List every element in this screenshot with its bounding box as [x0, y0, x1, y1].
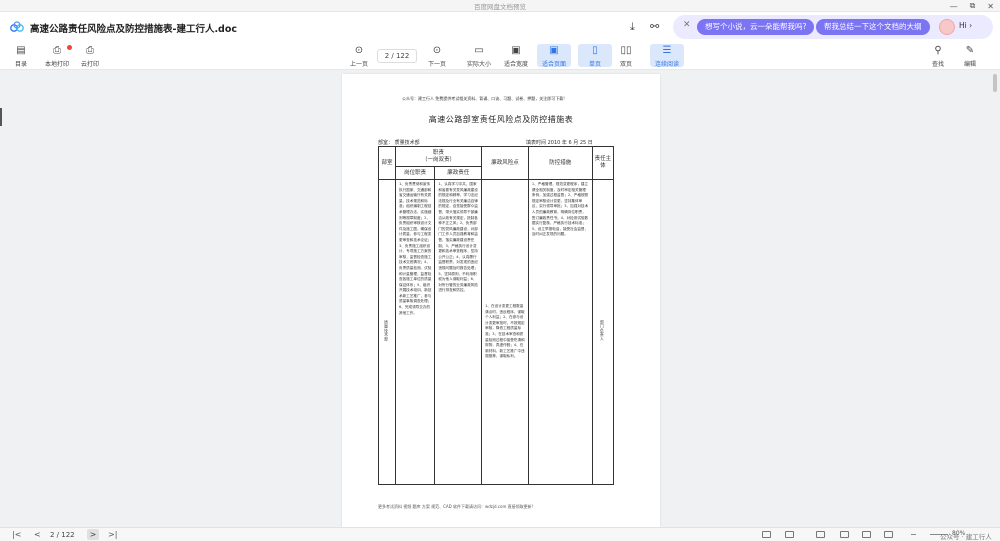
ai-prompt-novel[interactable]: 想写个小说，云一朵能帮我吗?	[697, 19, 815, 35]
window-title: 百度网盘文档预览	[474, 3, 526, 11]
baidu-netdisk-logo-icon	[10, 21, 24, 32]
view-mode-icon-6[interactable]	[884, 531, 893, 538]
header-subject: 责任主体	[591, 146, 615, 180]
fit-page-icon: ▣	[549, 45, 559, 56]
find-button[interactable]: ⚲ 查找	[921, 45, 955, 68]
minimize-icon[interactable]: —	[950, 2, 958, 11]
view-mode-icon-5[interactable]	[862, 531, 871, 538]
pencil-icon: ✎	[965, 45, 975, 56]
cloud-printer-icon: ⎙	[86, 45, 94, 56]
watermark: 公众号 · 建工行人	[940, 533, 992, 541]
header-measures: 防控措施	[527, 146, 593, 180]
document-title: 高速公路责任风险点及防控措施表-建工行人.doc	[30, 24, 238, 35]
window-titlebar: 百度网盘文档预览 — ⧉ ✕	[0, 0, 1000, 12]
header-dept: 部室	[378, 146, 396, 180]
bottom-page-indicator[interactable]: 2 / 122	[50, 530, 75, 540]
prev-page-button[interactable]: ⊙ 上一页	[342, 45, 376, 68]
notification-dot	[67, 45, 72, 50]
continuous-read-button[interactable]: ☰ 连续阅读	[650, 44, 684, 68]
vertical-scrollbar[interactable]	[990, 70, 1000, 527]
ai-bar-close-icon[interactable]: ✕	[683, 20, 691, 30]
department-label: 部室： 质量技术部	[378, 140, 420, 146]
first-page-icon[interactable]: |<	[12, 530, 21, 540]
search-icon: ⚲	[934, 45, 942, 56]
view-mode-icon-4[interactable]	[840, 531, 849, 538]
page-footer-note: 更多考试资料 视频 题库 方案 规范、CAD 软件下载请访问：wdzjd.com…	[378, 504, 534, 509]
ai-prompt-summary[interactable]: 帮我总结一下这个文档的大纲	[816, 19, 930, 35]
header-duty: 职责 （一岗双责）	[394, 146, 483, 167]
download-icon[interactable]: ⤓	[630, 20, 635, 34]
ai-avatar-icon[interactable]	[939, 19, 955, 35]
cell-subject: 部门负责人	[591, 179, 615, 485]
last-page-icon[interactable]: >|	[108, 530, 117, 540]
double-page-button[interactable]: ▯▯ 双页	[609, 45, 643, 68]
next-page-button[interactable]: ⊙ 下一页	[420, 45, 454, 68]
catalog-button[interactable]: ▤ 目录	[4, 45, 38, 68]
header-clean-duty: 廉政责任	[434, 166, 483, 180]
fit-width-icon: ▣	[511, 45, 521, 56]
scrollbar-thumb[interactable]	[993, 74, 997, 92]
arrow-down-circle-icon: ⊙	[432, 45, 442, 56]
view-mode-icon-1[interactable]	[762, 531, 771, 538]
single-page-button[interactable]: ▯ 单页	[578, 44, 612, 68]
cell-risk: 1、在设计变更工程数量清点时，违反程序，谋取个人利益；2、在参与设计变更审批时，…	[481, 179, 529, 485]
edit-button[interactable]: ✎ 编辑	[953, 45, 987, 68]
fit-width-button[interactable]: ▣ 适合宽度	[499, 45, 533, 68]
cell-clean-duty: 1、认真学习中共、国家和省委有关党风廉政建设的规定和精神，学习法纪法规及行业有关…	[434, 179, 483, 485]
arrow-up-circle-icon: ⊙	[354, 45, 364, 56]
restore-icon[interactable]: ⧉	[970, 1, 976, 11]
ai-assistant-bar: ✕ 想写个小说，云一朵能帮我吗? 帮我总结一下这个文档的大纲 Hi ›	[673, 15, 993, 39]
prev-page-icon[interactable]: <	[34, 530, 41, 540]
ai-greeting[interactable]: Hi ›	[959, 21, 972, 30]
header-risk: 廉政风险点	[481, 146, 529, 180]
document-page: 公众号：建工行人 免费提供考试相关资料、背诵、口诀、习题、试卷、押题，关注即可下…	[342, 74, 660, 527]
fill-date: 填表时间 2010 年 6 月 25 日	[526, 140, 593, 146]
actual-size-icon: ▭	[474, 45, 484, 56]
viewer-toolbar: ▤ 目录 ⎙ 本地打印 ⎙ 云打印 ⊙ 上一页 2 / 122 ⊙ 下一页 ▭ …	[0, 42, 1000, 70]
view-mode-icon-2[interactable]	[785, 531, 794, 538]
cloud-print-button[interactable]: ⎙ 云打印	[73, 45, 107, 68]
page-header-note: 公众号：建工行人 免费提供考试相关资料、背诵、口诀、习题、试卷、押题，关注即可下…	[402, 96, 565, 101]
cell-dept-name: 质量技术部	[378, 179, 396, 485]
cell-measures: 1、严格管理，规范变更程序，建立健全相关制度，及时审定相关管理条例，加强过程监督…	[527, 179, 593, 485]
next-page-icon[interactable]: >	[87, 529, 99, 540]
left-gutter-marker	[0, 108, 2, 126]
single-page-icon: ▯	[592, 45, 598, 56]
double-page-icon: ▯▯	[620, 45, 632, 56]
share-icon[interactable]: ⚯	[650, 20, 659, 33]
view-mode-icon-3[interactable]	[816, 531, 825, 538]
close-icon[interactable]: ✕	[987, 2, 994, 11]
actual-size-button[interactable]: ▭ 实际大小	[462, 45, 496, 68]
page-number-input[interactable]: 2 / 122	[377, 49, 417, 63]
page-title: 高速公路部室责任风险点及防控措施表	[428, 115, 574, 124]
continuous-icon: ☰	[662, 45, 672, 56]
bottom-navigation-bar: |< < 2 / 122 > >| − 80%	[0, 527, 1000, 541]
fit-page-button[interactable]: ▣ 适合页面	[537, 44, 571, 68]
document-header: 高速公路责任风险点及防控措施表-建工行人.doc ⤓ ⚯ ✕ 想写个小说，云一朵…	[0, 12, 1000, 42]
risk-table: 部室 职责 （一岗双责） 廉政风险点 防控措施 责任主体 岗位职责 廉政责任 质…	[378, 146, 615, 485]
cell-post-duty: 1、负责贯彻和宣传执行国家、交通部和省交通运输厅有关质量、技术规范和标准；组织编…	[394, 179, 436, 485]
catalog-icon: ▤	[16, 45, 26, 56]
zoom-out-icon[interactable]: −	[910, 530, 917, 540]
header-post-duty: 岗位职责	[394, 166, 436, 180]
